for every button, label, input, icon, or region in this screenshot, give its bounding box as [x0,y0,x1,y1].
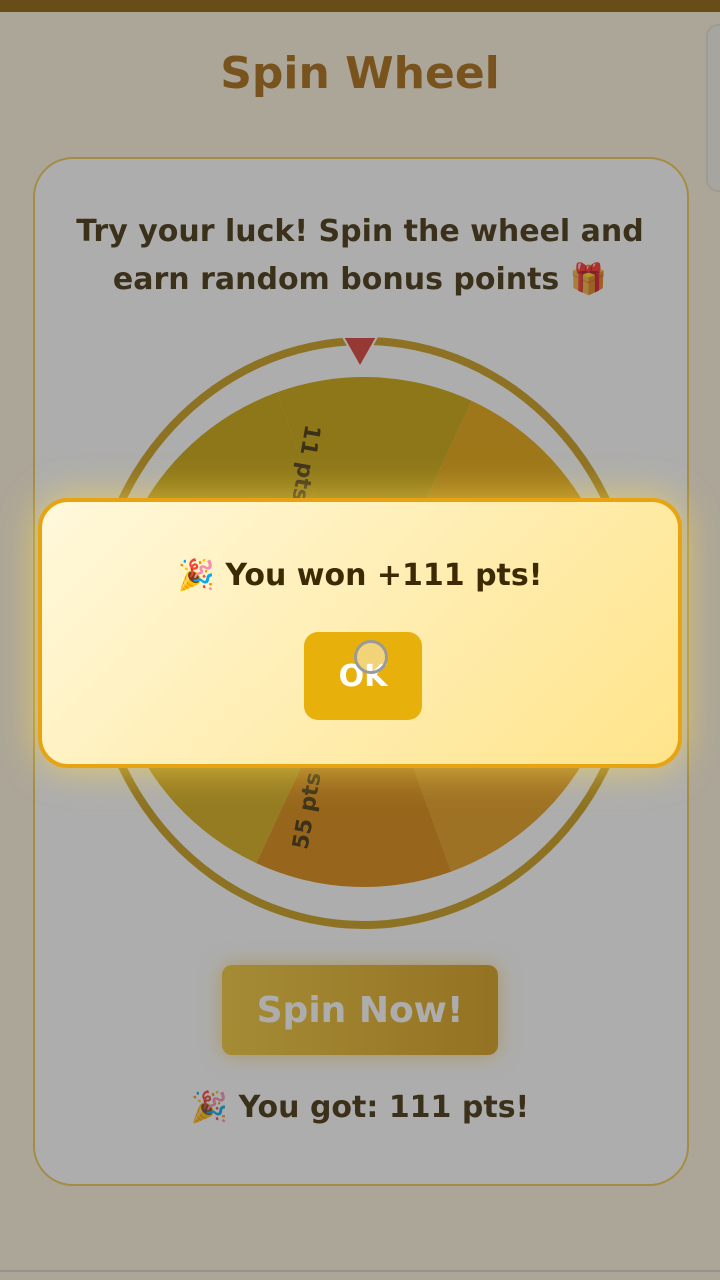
win-message: 🎉 You won +111 pts! [177,558,543,593]
win-dialog: 🎉 You won +111 pts! OK [38,498,682,768]
touch-indicator [354,640,388,674]
